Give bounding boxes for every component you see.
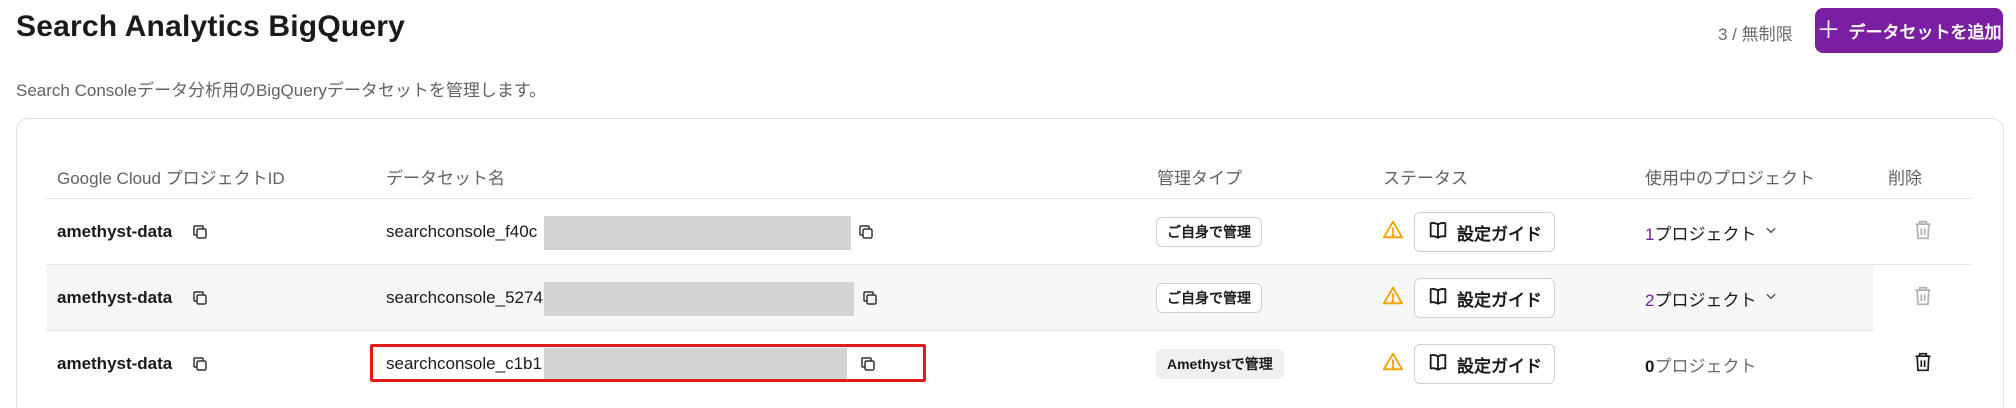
setup-guide-button[interactable]: 設定ガイド <box>1414 344 1555 384</box>
project-id-text: amethyst-data <box>57 354 173 373</box>
projects-label: プロジェクト <box>1654 224 1757 244</box>
add-dataset-button[interactable]: ＋ データセットを追加 <box>1815 8 2003 53</box>
trash-icon <box>1913 219 1933 246</box>
setup-guide-label: 設定ガイド <box>1457 290 1542 310</box>
projects-in-use-toggle[interactable]: 2プロジェクト <box>1645 286 1778 311</box>
add-dataset-label: データセットを追加 <box>1848 23 2002 42</box>
highlight-box <box>370 344 926 382</box>
setup-guide-label: 設定ガイド <box>1457 356 1542 376</box>
quota-indicator: 3 / 無制限 <box>1718 25 1793 44</box>
setup-guide-label: 設定ガイド <box>1457 224 1542 244</box>
management-badge: Amethystで管理 <box>1156 349 1284 379</box>
column-header-status: ステータス <box>1383 169 1468 188</box>
trash-icon[interactable] <box>1913 351 1933 378</box>
plus-icon: ＋ <box>1816 16 1841 44</box>
warning-icon <box>1382 285 1404 312</box>
project-id-text: amethyst-data <box>57 222 173 241</box>
redacted-area <box>544 282 854 316</box>
project-id-text: amethyst-data <box>57 288 173 307</box>
chevron-down-icon <box>1764 222 1778 242</box>
dataset-name-text: searchconsole_5274 <box>386 288 543 307</box>
book-icon <box>1427 219 1449 246</box>
copy-icon[interactable] <box>190 354 210 374</box>
copy-icon[interactable] <box>190 222 210 242</box>
column-header-project-id: Google Cloud プロジェクトID <box>57 169 285 188</box>
dataset-name-text: searchconsole_f40c <box>386 222 538 241</box>
projects-label: プロジェクト <box>1654 290 1757 310</box>
copy-icon[interactable] <box>860 288 880 308</box>
management-badge: ご自身で管理 <box>1156 217 1262 247</box>
redacted-area <box>544 216 851 250</box>
column-header-dataset-name: データセット名 <box>386 169 505 188</box>
page-title: Search Analytics BigQuery <box>16 10 406 43</box>
column-header-delete: 削除 <box>1888 169 1922 188</box>
setup-guide-button[interactable]: 設定ガイド <box>1414 212 1555 252</box>
projects-label: プロジェクト <box>1654 356 1757 376</box>
management-badge: ご自身で管理 <box>1156 283 1262 313</box>
column-header-management-type: 管理タイプ <box>1157 169 1242 188</box>
table-row: amethyst-data searchconsole_c1b1 Amethys… <box>46 331 1972 397</box>
setup-guide-button[interactable]: 設定ガイド <box>1414 278 1555 318</box>
warning-icon <box>1382 219 1404 246</box>
column-header-projects-in-use: 使用中のプロジェクト <box>1645 169 1815 188</box>
table-row: amethyst-data searchconsole_5274 ご自身で管理 … <box>46 265 1972 331</box>
projects-in-use-toggle[interactable]: 1プロジェクト <box>1645 220 1778 245</box>
table-row: amethyst-data searchconsole_f40c ご自身で管理 … <box>46 199 1972 265</box>
book-icon <box>1427 351 1449 378</box>
chevron-down-icon <box>1764 288 1778 308</box>
projects-in-use-count: 0プロジェクト <box>1645 352 1756 377</box>
page-subtitle: Search Consoleデータ分析用のBigQueryデータセットを管理しま… <box>16 81 547 100</box>
trash-icon <box>1913 285 1933 312</box>
book-icon <box>1427 285 1449 312</box>
copy-icon[interactable] <box>190 288 210 308</box>
warning-icon <box>1382 351 1404 378</box>
copy-icon[interactable] <box>856 222 876 242</box>
